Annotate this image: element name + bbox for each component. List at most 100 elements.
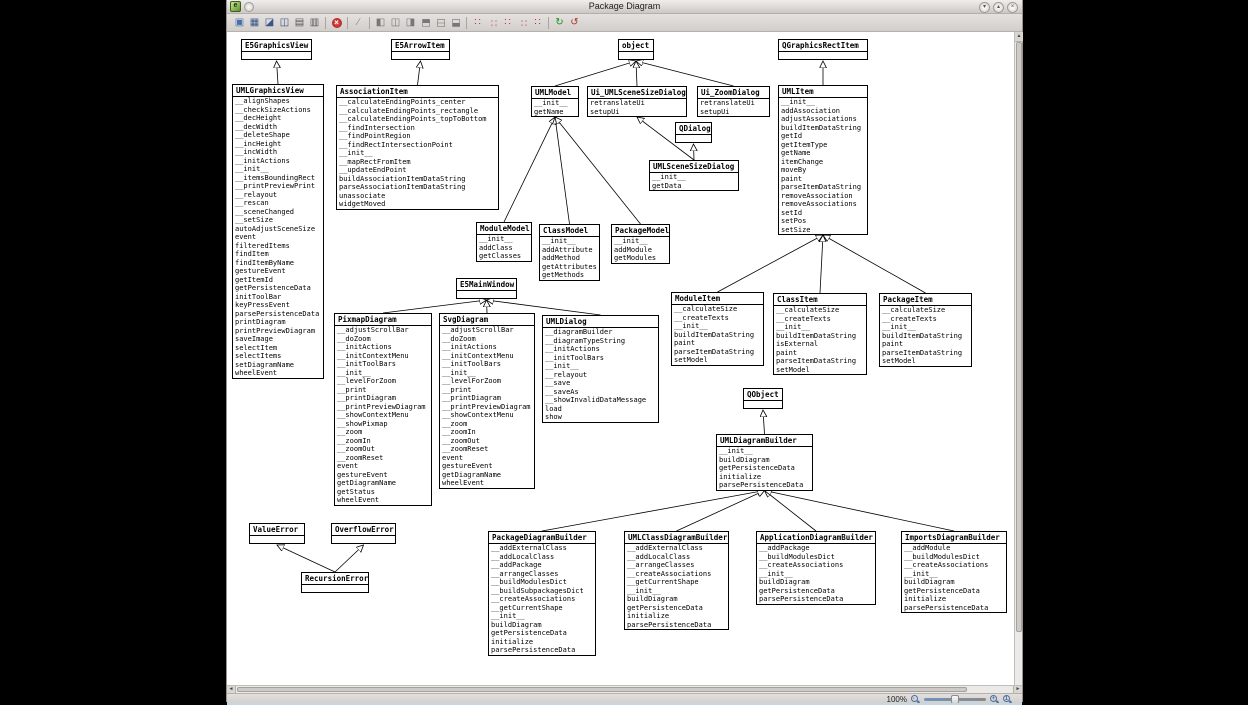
class-box-PackageDiagramBuilder[interactable]: PackageDiagramBuilder__addExternalClass_… [488,531,596,656]
method-item: filteredItems [235,242,321,251]
class-box-ModuleModel[interactable]: ModuleModel__init__addClassgetClasses [476,222,532,262]
method-item: __diagramBuilder [545,328,656,337]
method-list: __addExternalClass__addLocalClass__addPa… [489,544,595,655]
vertical-scrollbar[interactable]: ▲ [1014,32,1022,685]
align-vcenter-icon[interactable]: ◫ [434,15,448,30]
class-name: Ui_ZoomDialog [698,87,769,99]
size-horizontal-icon[interactable]: ∷ [500,16,515,30]
class-box-E5MainWindow[interactable]: E5MainWindow [456,278,517,299]
class-name: UMLClassDiagramBuilder [625,532,728,544]
method-item: parsePersistenceData [627,621,726,630]
class-box-UMLGraphicsView[interactable]: UMLGraphicsView__alignShapes__checkSizeA… [232,84,324,379]
method-item: setPos [781,217,865,226]
class-box-PackageItem[interactable]: PackageItem__calculateSize__createTexts_… [879,293,972,367]
method-item: __initToolBars [337,360,429,369]
class-box-Ui_UMLSceneSizeDialog[interactable]: Ui_UMLSceneSizeDialogretranslateUisetupU… [587,86,687,117]
space-horizontal-icon[interactable]: ∷ [470,16,485,30]
inheritance-edge-ApplicationDiagramBuilder-to-UMLDiagramBuilder [765,491,817,532]
class-box-UMLDialog[interactable]: UMLDialog__diagramBuilder__diagramTypeSt… [542,315,659,423]
save-icon[interactable]: ▦ [247,16,262,30]
method-item: __init__ [781,98,865,107]
class-box-ValueError[interactable]: ValueError [249,523,305,544]
space-vertical-icon[interactable]: ∷ [486,15,500,30]
horizontal-scrollbar-thumb[interactable] [237,687,967,692]
align-right-icon[interactable]: ◨ [403,16,418,30]
method-item: __initToolBars [442,360,532,369]
diagram-canvas[interactable]: E5GraphicsView UMLGraphicsView__alignShap… [227,32,1016,685]
method-list: __init__addModulegetModules [612,237,669,263]
class-box-ClassModel[interactable]: ClassModel__init__addAttributeaddMethodg… [539,224,600,281]
class-box-E5ArrowItem[interactable]: E5ArrowItem [391,39,450,60]
class-box-UMLModel[interactable]: UMLModel__init__getName [531,86,579,117]
size-both-icon[interactable]: ∷ [530,16,545,30]
class-box-OverflowError[interactable]: OverflowError [331,523,396,544]
method-item: __printPreviewDiagram [442,403,532,412]
inheritance-edge-ModuleItem-to-UMLItem [718,235,824,292]
method-item: __addModule [904,544,1004,553]
save-image-icon[interactable]: ◫ [277,16,292,30]
class-name: PixmapDiagram [335,314,431,326]
class-box-UMLDiagramBuilder[interactable]: UMLDiagramBuilder__init__buildDiagramget… [716,434,813,491]
class-box-ModuleItem[interactable]: ModuleItem__calculateSize__createTexts__… [671,292,764,366]
undo-icon[interactable]: ↺ [567,16,582,30]
relayout-icon[interactable]: ∕ [351,16,366,30]
class-name: E5GraphicsView [242,40,311,52]
method-item: buildDiagram [759,578,873,587]
method-item: parsePersistenceData [235,310,321,319]
class-box-object[interactable]: object [618,39,654,60]
class-box-QObject[interactable]: QObject [743,388,783,409]
align-hcenter-icon[interactable]: ◫ [388,16,403,30]
method-item: __init__ [614,237,667,246]
method-item: parsePersistenceData [491,646,593,655]
class-box-ApplicationDiagramBuilder[interactable]: ApplicationDiagramBuilder__addPackage__b… [756,531,876,605]
close-button[interactable]: × [1007,2,1018,13]
method-item: initialize [904,595,1004,604]
print-icon[interactable]: ▤ [292,16,307,30]
save-as-icon[interactable]: ◪ [262,16,277,30]
method-item: parseItemDataString [674,348,761,357]
method-item: __init__ [652,173,736,182]
class-box-ClassItem[interactable]: ClassItem__calculateSize__createTexts__i… [773,293,867,375]
method-item: getId [781,132,865,141]
maximize-button[interactable]: ▴ [993,2,1004,13]
align-left-icon[interactable]: ◧ [373,16,388,30]
minimize-button[interactable]: ▾ [979,2,990,13]
vertical-scrollbar-thumb[interactable] [1016,42,1022,632]
align-top-icon[interactable]: ◧ [419,15,433,30]
refresh-icon[interactable]: ↻ [552,16,567,30]
scroll-up-arrow-icon[interactable]: ▲ [1015,32,1023,42]
title-bar[interactable]: e Package Diagram ▾▴× [227,0,1022,14]
align-bottom-icon[interactable]: ◨ [449,15,463,30]
print-preview-icon[interactable]: ▥ [307,16,322,30]
class-box-PackageModel[interactable]: PackageModel__init__addModulegetModules [611,224,670,264]
window-menu-button[interactable] [244,2,254,12]
inheritance-edge-UMLClassDiagramBuilder-to-UMLDiagramBuilder [677,491,765,532]
class-box-UMLSceneSizeDialog[interactable]: UMLSceneSizeDialog__init__getData [649,160,739,191]
method-list [457,291,516,298]
class-name: ValueError [250,524,304,536]
class-box-Ui_ZoomDialog[interactable]: Ui_ZoomDialogretranslateUisetupUi [697,86,770,117]
method-item: getPersistenceData [627,604,726,613]
method-item: keyPressEvent [235,301,321,310]
class-box-E5GraphicsView[interactable]: E5GraphicsView [241,39,312,60]
method-item: __init__ [904,570,1004,579]
inheritance-edge-PackageItem-to-UMLItem [823,235,926,293]
method-item: __getCurrentShape [627,578,726,587]
class-box-UMLItem[interactable]: UMLItem__init__addAssociationadjustAssoc… [778,85,868,235]
class-box-QGraphicsRectItem[interactable]: QGraphicsRectItem [778,39,868,60]
method-item: printPreviewDiagram [235,327,321,336]
method-item: addAssociation [781,107,865,116]
class-box-SvgDiagram[interactable]: SvgDiagram__adjustScrollBar__doZoom__ini… [439,313,535,489]
class-box-QDialog[interactable]: QDialog [675,122,712,143]
close-icon[interactable]: × [329,16,344,30]
class-box-AssociationItem[interactable]: AssociationItem__calculateEndingPoints_c… [336,85,499,210]
size-vertical-icon[interactable]: ∷ [516,15,530,30]
horizontal-scrollbar[interactable]: ◄ ► [227,685,1022,693]
close-window-icon[interactable]: ▣ [232,16,247,30]
class-box-UMLClassDiagramBuilder[interactable]: UMLClassDiagramBuilder__addExternalClass… [624,531,729,630]
class-box-RecursionError[interactable]: RecursionError [301,572,369,593]
method-item: getItemId [235,276,321,285]
class-box-ImportsDiagramBuilder[interactable]: ImportsDiagramBuilder__addModule__buildM… [901,531,1007,613]
class-box-PixmapDiagram[interactable]: PixmapDiagram__adjustScrollBar__doZoom__… [334,313,432,506]
inheritance-edge-UMLGraphicsView-to-E5GraphicsView [277,61,279,84]
